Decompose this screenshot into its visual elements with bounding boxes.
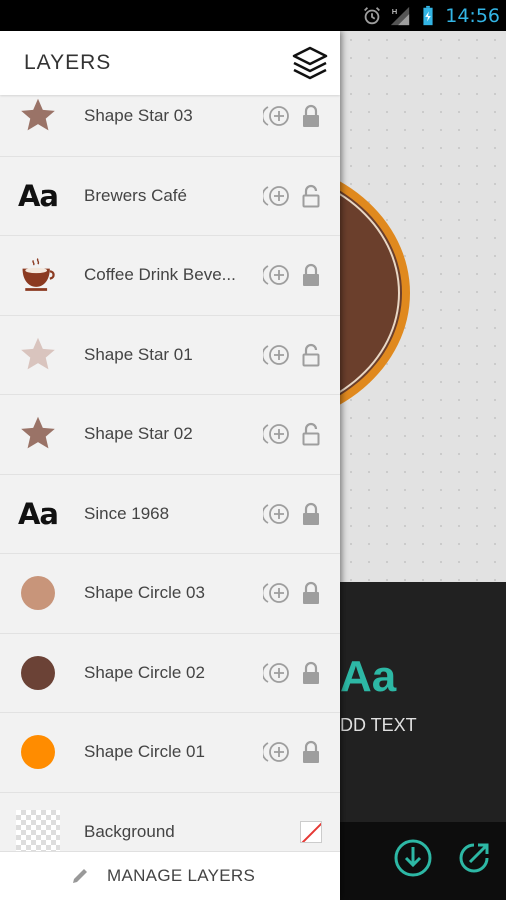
text-thumbnail-glyph: Aa xyxy=(17,496,59,531)
manage-layers-button[interactable]: MANAGE LAYERS xyxy=(0,851,340,900)
lock-icon[interactable] xyxy=(300,104,322,128)
layer-name: Shape Star 03 xyxy=(84,106,193,126)
download-icon[interactable] xyxy=(393,838,433,878)
layer-name: Shape Circle 03 xyxy=(84,583,205,603)
duplicate-layer-icon[interactable] xyxy=(261,423,291,445)
layers-drawer: LAYERS Shape Star 03 Aa Brewers Café Coffee… xyxy=(0,31,340,900)
unlock-icon[interactable] xyxy=(300,184,322,208)
transparent-thumbnail xyxy=(16,809,60,854)
layer-row[interactable]: Shape Star 02 xyxy=(0,395,340,475)
layer-list: Shape Star 03 Aa Brewers Café Coffee Drink … xyxy=(0,77,340,872)
layer-name: Shape Circle 02 xyxy=(84,662,205,682)
duplicate-layer-icon[interactable] xyxy=(261,344,291,366)
circle-thumbnail xyxy=(16,651,60,695)
coffee-cup-icon xyxy=(16,253,60,297)
layer-row[interactable]: Aa Brewers Café xyxy=(0,157,340,236)
pencil-icon xyxy=(73,869,87,883)
lock-icon[interactable] xyxy=(300,581,322,605)
duplicate-layer-icon[interactable] xyxy=(261,503,291,525)
manage-layers-label: MANAGE LAYERS xyxy=(107,866,256,885)
layer-row[interactable]: Shape Circle 01 xyxy=(0,713,340,793)
text-thumbnail: Aa xyxy=(16,492,60,536)
no-fill-swatch-icon[interactable] xyxy=(300,820,322,843)
layer-name: Coffee Drink Beve... xyxy=(84,265,236,285)
text-thumbnail-glyph: Aa xyxy=(17,178,59,213)
layer-name: Shape Circle 01 xyxy=(84,742,205,762)
lock-icon[interactable] xyxy=(300,661,322,685)
layer-row[interactable]: Shape Star 01 xyxy=(0,316,340,395)
duplicate-layer-icon[interactable] xyxy=(261,185,291,207)
layer-name: Since 1968 xyxy=(84,503,170,523)
text-thumbnail: Aa xyxy=(16,174,60,218)
text-preview[interactable]: Aa xyxy=(340,652,396,702)
add-text-label[interactable]: DD TEXT xyxy=(340,715,417,736)
duplicate-layer-icon[interactable] xyxy=(261,105,291,127)
star-thumbnail xyxy=(16,94,60,138)
status-time: 14:56 xyxy=(445,4,500,27)
circle-thumbnail xyxy=(16,730,60,774)
duplicate-layer-icon[interactable] xyxy=(261,662,291,684)
layer-name: Shape Star 02 xyxy=(84,424,193,444)
star-thumbnail xyxy=(16,412,60,456)
layers-icon[interactable] xyxy=(290,45,330,81)
signal-icon: H xyxy=(391,6,410,25)
circle-thumbnail xyxy=(16,571,60,615)
svg-text:H: H xyxy=(392,7,398,16)
layer-row[interactable]: Shape Circle 02 xyxy=(0,634,340,713)
star-thumbnail xyxy=(16,333,60,377)
lock-icon[interactable] xyxy=(300,502,322,526)
drawer-title: LAYERS xyxy=(24,51,112,74)
layer-row[interactable]: Coffee Drink Beve... xyxy=(0,236,340,316)
duplicate-layer-icon[interactable] xyxy=(261,582,291,604)
battery-icon xyxy=(423,5,433,25)
unlock-icon[interactable] xyxy=(300,422,322,446)
status-bar: H 14:56 xyxy=(0,0,506,31)
lock-icon[interactable] xyxy=(300,263,322,287)
duplicate-layer-icon[interactable] xyxy=(261,741,291,763)
alarm-icon xyxy=(364,6,381,24)
layer-name: Shape Star 01 xyxy=(84,344,193,364)
layer-row[interactable]: Shape Circle 03 xyxy=(0,554,340,634)
layer-row[interactable]: Aa Since 1968 xyxy=(0,475,340,554)
layer-name: Brewers Café xyxy=(84,185,187,205)
drawer-header: LAYERS xyxy=(0,31,340,95)
share-icon[interactable] xyxy=(454,838,494,878)
lock-icon[interactable] xyxy=(300,740,322,764)
layer-name: Background xyxy=(84,821,175,841)
unlock-icon[interactable] xyxy=(300,343,322,367)
duplicate-layer-icon[interactable] xyxy=(261,264,291,286)
